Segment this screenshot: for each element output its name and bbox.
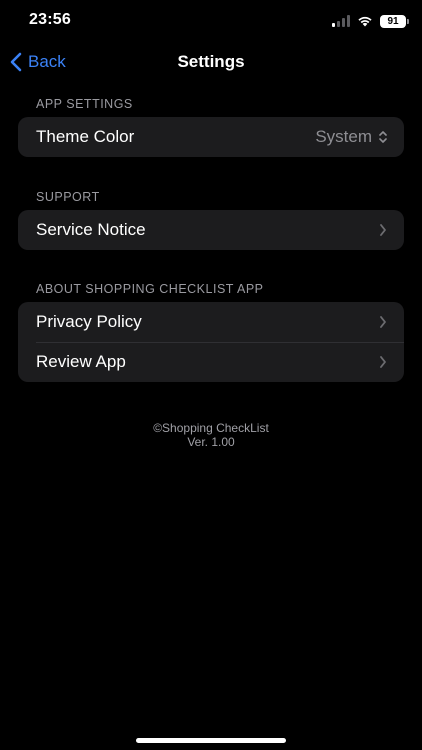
group-app-settings: Theme Color System [18,117,404,157]
status-icons: 91 [332,13,409,29]
chevron-right-icon [378,315,388,329]
status-bar: 23:56 91 [0,0,422,44]
privacy-policy-label: Privacy Policy [36,312,142,331]
wifi-icon [358,16,372,27]
cellular-signal-icon [332,15,350,27]
review-app-label: Review App [36,352,126,371]
section-header-about: ABOUT SHOPPING CHECKLIST APP [36,282,264,296]
service-notice-label: Service Notice [36,220,146,239]
navigation-bar: Back Settings [0,44,422,80]
group-support: Service Notice [18,210,404,250]
theme-color-value: System [315,127,372,146]
app-footer: ©Shopping CheckList Ver. 1.00 [0,421,422,449]
section-header-app-settings: APP SETTINGS [36,97,133,111]
chevron-right-icon [378,223,388,237]
battery-icon: 91 [380,14,409,28]
version-text: Ver. 1.00 [187,435,235,449]
chevron-right-icon [378,355,388,369]
page-title: Settings [177,52,245,71]
privacy-policy-row[interactable]: Privacy Policy [18,302,404,342]
copyright-text: ©Shopping CheckList [153,421,269,435]
review-app-row[interactable]: Review App [18,342,404,382]
service-notice-row[interactable]: Service Notice [18,210,404,250]
group-about: Privacy Policy Review App [18,302,404,382]
status-time: 23:56 [29,11,71,28]
theme-color-label: Theme Color [36,127,135,146]
theme-color-row[interactable]: Theme Color System [18,117,404,157]
up-down-chevron-icon [378,130,388,144]
home-indicator[interactable] [136,738,286,743]
settings-screen: 23:56 91 Back Settings APP SETTINGS Them… [0,0,422,750]
section-header-support: SUPPORT [36,190,100,204]
